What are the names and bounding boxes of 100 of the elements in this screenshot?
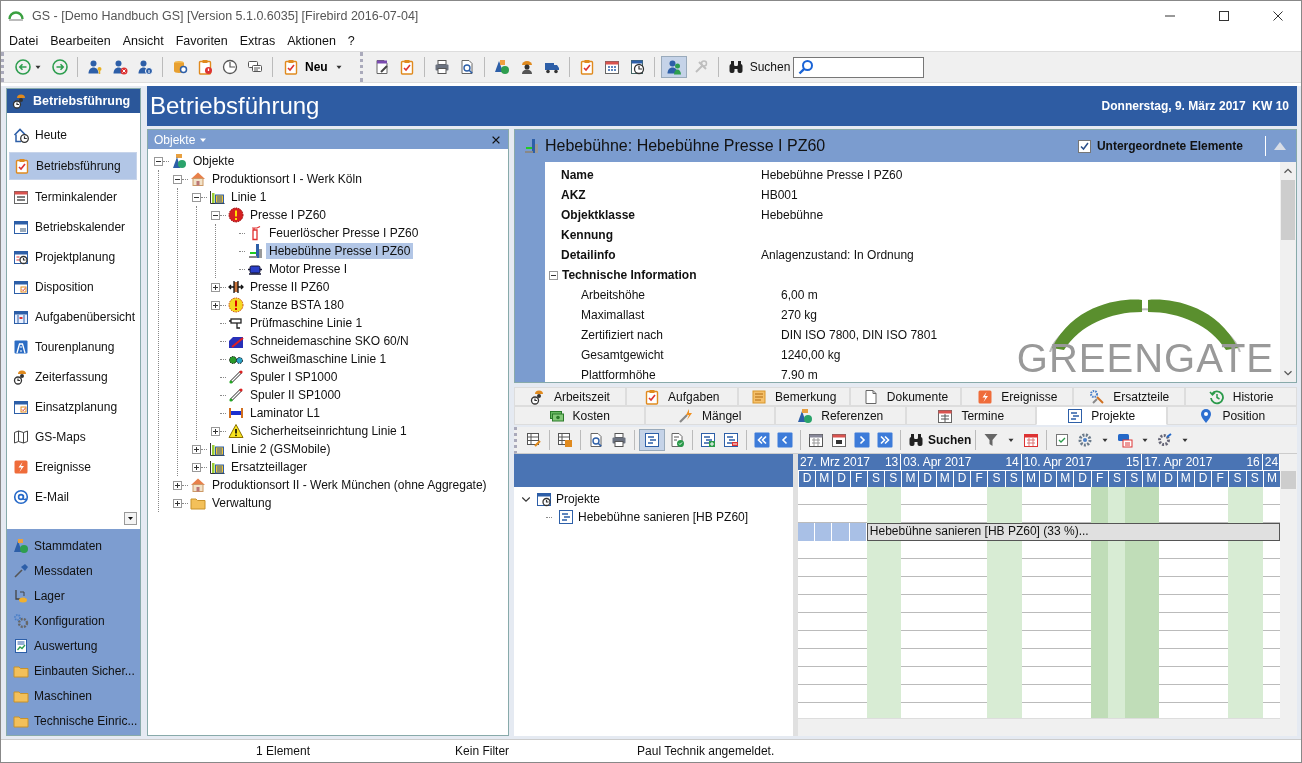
gantt-view-toggle[interactable] [639,429,665,451]
user-remove-icon[interactable] [112,59,128,75]
sidebar-item[interactable]: Einsatzplanung [9,394,137,420]
tree-item[interactable]: Sicherheitseinrichtung Linie 1 [247,423,410,439]
sidebar-item[interactable]: GS-Maps [9,424,137,450]
sidebar-item[interactable]: Disposition [9,274,137,300]
collapse-toggle[interactable] [173,174,182,184]
tree-item[interactable]: Feuerlöscher Presse I PZ60 [266,225,422,241]
menu-item[interactable]: ? [347,33,355,48]
expand-toggle[interactable] [211,282,220,292]
print-preview-icon[interactable] [458,59,475,75]
checkbox[interactable] [1077,139,1091,153]
menu-item[interactable]: Aktionen [287,33,336,48]
sidebar-group[interactable]: Konfiguration [7,608,140,633]
view-icon[interactable] [1117,432,1134,448]
sidebar-group[interactable]: Technische Einric... [7,708,140,733]
sidebar-item[interactable]: Aufgabenübersicht [9,304,137,330]
tree-item[interactable]: Linie 2 (GSMobile) [228,441,334,457]
gantt-bar[interactable]: Hebebühne sanieren [HB PZ60] (33 %)... [866,523,1280,541]
tree-item[interactable]: Laminator L1 [247,405,324,421]
tab[interactable]: Termine [905,406,1036,425]
chat-icon[interactable] [247,59,263,75]
users-toggle[interactable] [660,56,687,78]
sidebar-item[interactable]: Betriebskalender [9,214,137,240]
form-edit-icon[interactable] [373,59,390,75]
tab[interactable]: Kosten [514,406,645,425]
expand-toggle[interactable] [192,462,201,472]
tree-item[interactable]: Spuler II SP1000 [247,387,344,403]
table-edit-icon[interactable] [526,432,542,448]
tree-item[interactable]: Spuler I SP1000 [247,369,341,385]
collapse-toggle[interactable] [192,192,201,202]
tab[interactable]: Historie [1185,387,1297,406]
filter-icon[interactable] [983,432,1000,448]
tab[interactable]: Ersatzteile [1073,387,1186,406]
sidebar-item[interactable]: E-Mail [9,484,137,510]
sidebar-group[interactable]: Auswertung [7,633,140,658]
tab[interactable]: Position [1166,406,1297,425]
sidebar-item[interactable]: Zeiterfassung [9,364,137,390]
tree-item[interactable]: Motor Presse I [266,261,351,277]
tree-item[interactable]: Produktionsort I - Werk Köln [209,171,365,187]
shapes-icon[interactable] [493,59,510,75]
settings-icon[interactable] [1157,432,1174,448]
calendar-icon[interactable] [603,59,620,75]
expand-toggle[interactable] [173,498,182,508]
menu-item[interactable]: Extras [239,33,276,48]
database-search-icon[interactable] [172,59,188,75]
sidebar-item[interactable]: Betriebsführung [9,152,137,180]
clipboard-check-icon[interactable] [398,59,415,75]
tree-item[interactable]: Schneidemaschine SKO 60/N [247,333,412,349]
sidebar-group[interactable]: Messdaten [7,558,140,583]
tree-item[interactable]: Hebebühne Presse I PZ60 [266,243,414,259]
expand-toggle[interactable] [192,444,201,454]
scrollbar[interactable] [1280,454,1297,736]
tab[interactable]: Ereignisse [961,387,1074,406]
sidebar-item[interactable]: Projektplanung [9,244,137,270]
double-chevron-right-icon[interactable] [877,432,893,448]
table-icon[interactable] [557,432,573,448]
tree-item[interactable]: Objekte [190,153,238,169]
tree-item[interactable]: Linie 1 [228,189,270,205]
sidebar-item[interactable]: Ereignisse [9,454,137,480]
sidebar-item[interactable]: Heute [9,122,137,148]
menu-item[interactable]: Favoriten [175,33,228,48]
checkbox-icon[interactable] [1054,432,1071,448]
chevron-left-icon[interactable] [777,432,793,448]
dropdown-button[interactable] [124,512,137,525]
scrollbar[interactable] [1280,162,1296,382]
remove-row-icon[interactable] [723,432,739,448]
print-preview-icon[interactable] [588,432,604,448]
tree-item[interactable]: Hebebühne sanieren [HB PZ60] [578,510,749,524]
gear-icon[interactable] [1077,432,1094,448]
collapse-toggle[interactable] [549,270,558,280]
tree-item[interactable]: Schweißmaschine Linie 1 [247,351,390,367]
sidebar-group[interactable]: Stammdaten [7,533,140,558]
sidebar-group[interactable]: Maschinen [7,683,140,708]
scrollbar-thumb[interactable] [1281,180,1295,240]
sidebar-item[interactable]: Tourenplanung [9,334,137,360]
clipboard-check-icon[interactable] [578,59,595,75]
collapse-toggle[interactable] [211,210,220,220]
expand-toggle[interactable] [211,300,220,310]
sidebar-group[interactable]: Einbauten Sicher... [7,658,140,683]
sidebar-item[interactable]: Terminkalender [9,184,137,210]
user-info-icon[interactable] [137,59,153,75]
calendar-icon[interactable] [808,432,824,448]
printer-icon[interactable] [611,432,627,448]
tree-item[interactable]: Stanze BSTA 180 [247,297,347,313]
new-button[interactable]: Neu [279,57,348,77]
binoculars-icon[interactable] [727,59,744,75]
double-chevron-left-icon[interactable] [754,432,770,448]
menu-item[interactable]: Bearbeiten [50,33,111,48]
menu-item[interactable]: Datei [9,33,39,48]
clock-document-icon[interactable] [628,59,645,75]
binoculars-icon[interactable] [908,432,924,448]
tab[interactable]: Referenzen [775,406,906,425]
expand-toggle[interactable] [211,426,220,436]
tab[interactable]: Aufgaben [625,387,738,406]
sidebar-group[interactable]: Lager [7,583,140,608]
tree-item[interactable]: Projekte [556,492,601,506]
clock-icon[interactable] [222,59,238,75]
search-field[interactable] [793,56,925,78]
menu-item[interactable]: Ansicht [122,33,164,48]
